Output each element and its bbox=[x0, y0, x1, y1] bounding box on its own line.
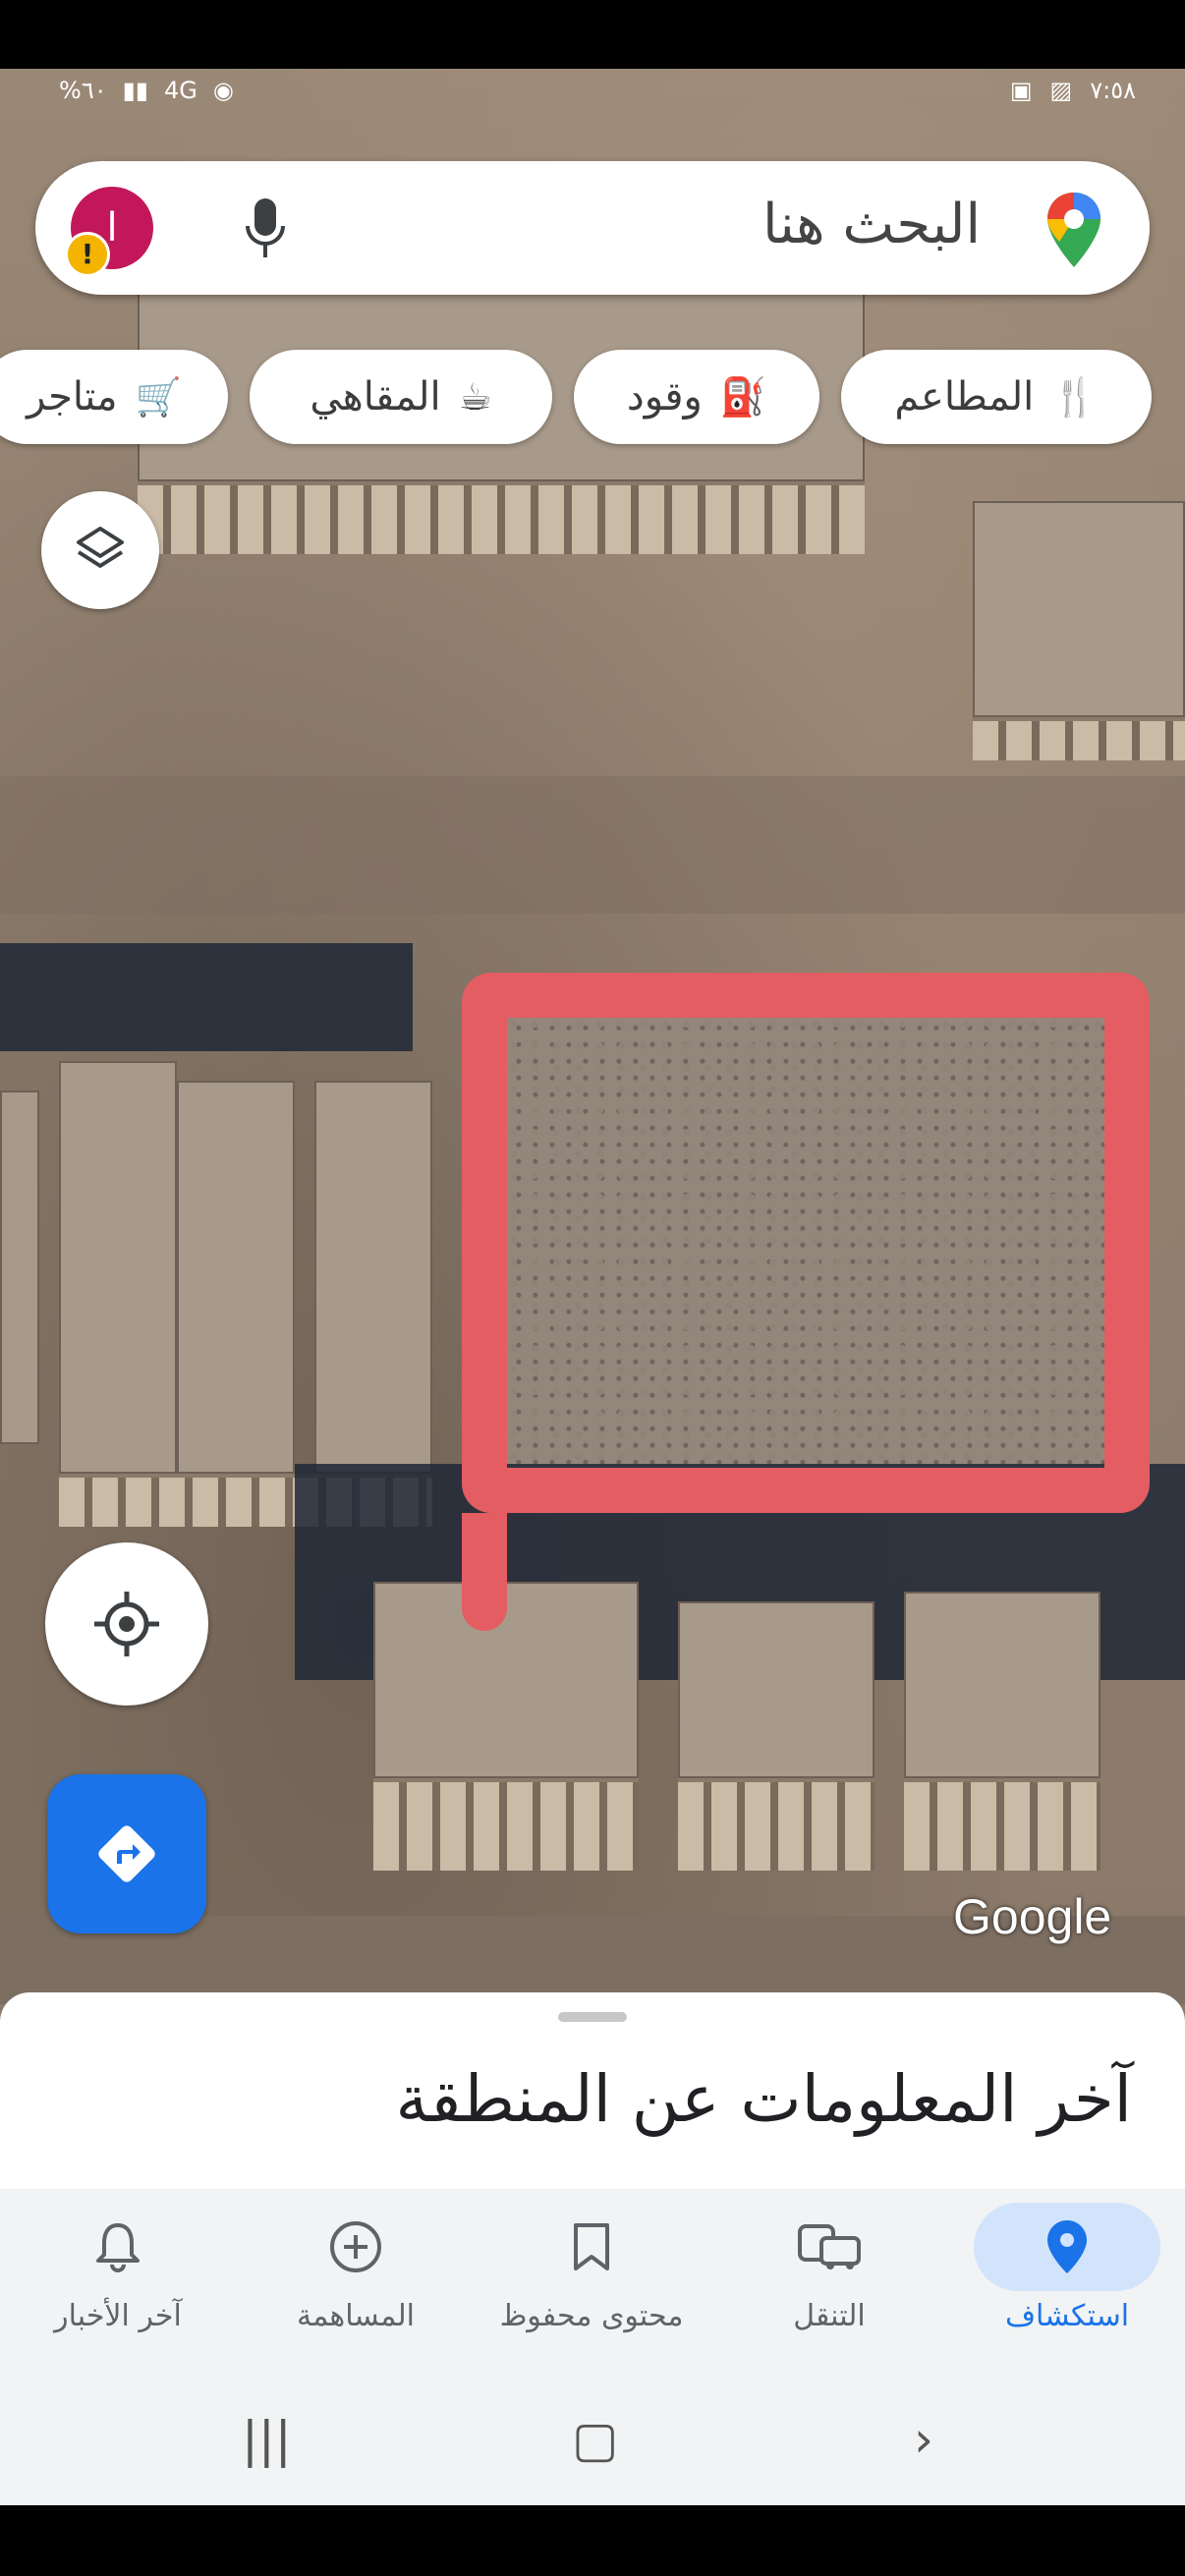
chip-shops[interactable]: 🛒 متاجر bbox=[0, 350, 228, 444]
screen-bezel bbox=[0, 2505, 1185, 2576]
fuel-icon: ⛽ bbox=[719, 374, 767, 419]
clock: ٧:٥٨ bbox=[1090, 77, 1136, 104]
tab-updates[interactable]: آخر الأخبار bbox=[20, 2189, 216, 2376]
recent-apps-icon[interactable]: ||| bbox=[242, 2411, 292, 2468]
tab-saved[interactable]: محتوى محفوظ bbox=[493, 2189, 690, 2376]
sheet-drag-handle[interactable] bbox=[558, 2012, 627, 2022]
street bbox=[0, 776, 1185, 914]
my-location-button[interactable] bbox=[45, 1542, 208, 1706]
cart-icon: 🛒 bbox=[135, 374, 182, 419]
layers-button[interactable] bbox=[41, 491, 159, 609]
chip-fuel[interactable]: ⛽ وقود bbox=[574, 350, 819, 444]
bookmark-icon bbox=[574, 2223, 609, 2270]
building-roof bbox=[59, 1061, 177, 1474]
drawn-outline-tail bbox=[462, 1513, 507, 1631]
building-roof bbox=[973, 501, 1185, 717]
building-roof bbox=[678, 1601, 875, 1778]
layers-icon bbox=[77, 527, 124, 568]
maps-logo-icon bbox=[1045, 191, 1102, 273]
building-facade bbox=[904, 1778, 1100, 1871]
restaurant-icon: 🍴 bbox=[1051, 374, 1099, 419]
explore-pin-icon bbox=[1047, 2220, 1087, 2273]
building-facade bbox=[138, 481, 865, 554]
directions-icon bbox=[98, 1825, 155, 1882]
maps-screen: %٦٠ ▮▮ 4G ◉ ▣ ▨ ٧:٥٨ ا ! البحث هنا 🍴 الم… bbox=[0, 69, 1185, 2505]
screenshot-icon: ▣ bbox=[1009, 77, 1033, 104]
gallery-icon: ▨ bbox=[1049, 77, 1073, 104]
commute-icon bbox=[798, 2224, 861, 2269]
bell-icon bbox=[96, 2223, 140, 2272]
bottom-navigation: استكشاف التنقل محتوى محفوظ المساهمة آخر … bbox=[0, 2189, 1185, 2376]
tab-contribute[interactable]: المساهمة bbox=[257, 2189, 454, 2376]
network-type: 4G bbox=[164, 77, 198, 104]
building-facade bbox=[373, 1778, 639, 1871]
google-attribution: Google bbox=[953, 1889, 1112, 1944]
chip-restaurants[interactable]: 🍴 المطاعم bbox=[841, 350, 1152, 444]
search-bar[interactable]: ا ! البحث هنا bbox=[35, 161, 1150, 295]
building-facade bbox=[678, 1778, 875, 1871]
bottom-sheet[interactable]: آخر المعلومات عن المنطقة bbox=[0, 1992, 1185, 2189]
location-status-icon: ◉ bbox=[212, 77, 234, 104]
building-roof bbox=[314, 1081, 432, 1474]
add-circle-icon bbox=[330, 2221, 381, 2272]
search-input[interactable]: البحث هنا bbox=[762, 193, 981, 256]
coffee-icon: ☕ bbox=[458, 375, 492, 419]
building-roof bbox=[904, 1592, 1100, 1778]
sheet-title: آخر المعلومات عن المنطقة bbox=[395, 2061, 1132, 2137]
building-roof bbox=[177, 1081, 295, 1474]
directions-button[interactable] bbox=[47, 1774, 206, 1933]
building-shadow bbox=[0, 943, 413, 1051]
back-icon[interactable]: › bbox=[914, 2411, 933, 2468]
tab-commute[interactable]: التنقل bbox=[731, 2189, 928, 2376]
home-icon[interactable]: ▢ bbox=[572, 2411, 618, 2468]
status-bar: %٦٠ ▮▮ 4G ◉ ▣ ▨ ٧:٥٨ bbox=[0, 69, 1185, 108]
alert-badge-icon: ! bbox=[65, 232, 110, 277]
my-location-icon bbox=[94, 1592, 159, 1656]
building-roof bbox=[0, 1091, 39, 1444]
chip-cafes[interactable]: ☕ المقاهي bbox=[250, 350, 552, 444]
tab-explore[interactable]: استكشاف bbox=[969, 2189, 1165, 2376]
mic-icon[interactable] bbox=[244, 196, 287, 263]
battery-indicator: %٦٠ bbox=[59, 77, 107, 104]
drawn-outline bbox=[462, 973, 1150, 1513]
signal-icon: ▮▮ bbox=[122, 77, 149, 104]
system-navigation-bar: ||| ▢ › bbox=[0, 2376, 1185, 2505]
building-facade bbox=[973, 717, 1185, 760]
